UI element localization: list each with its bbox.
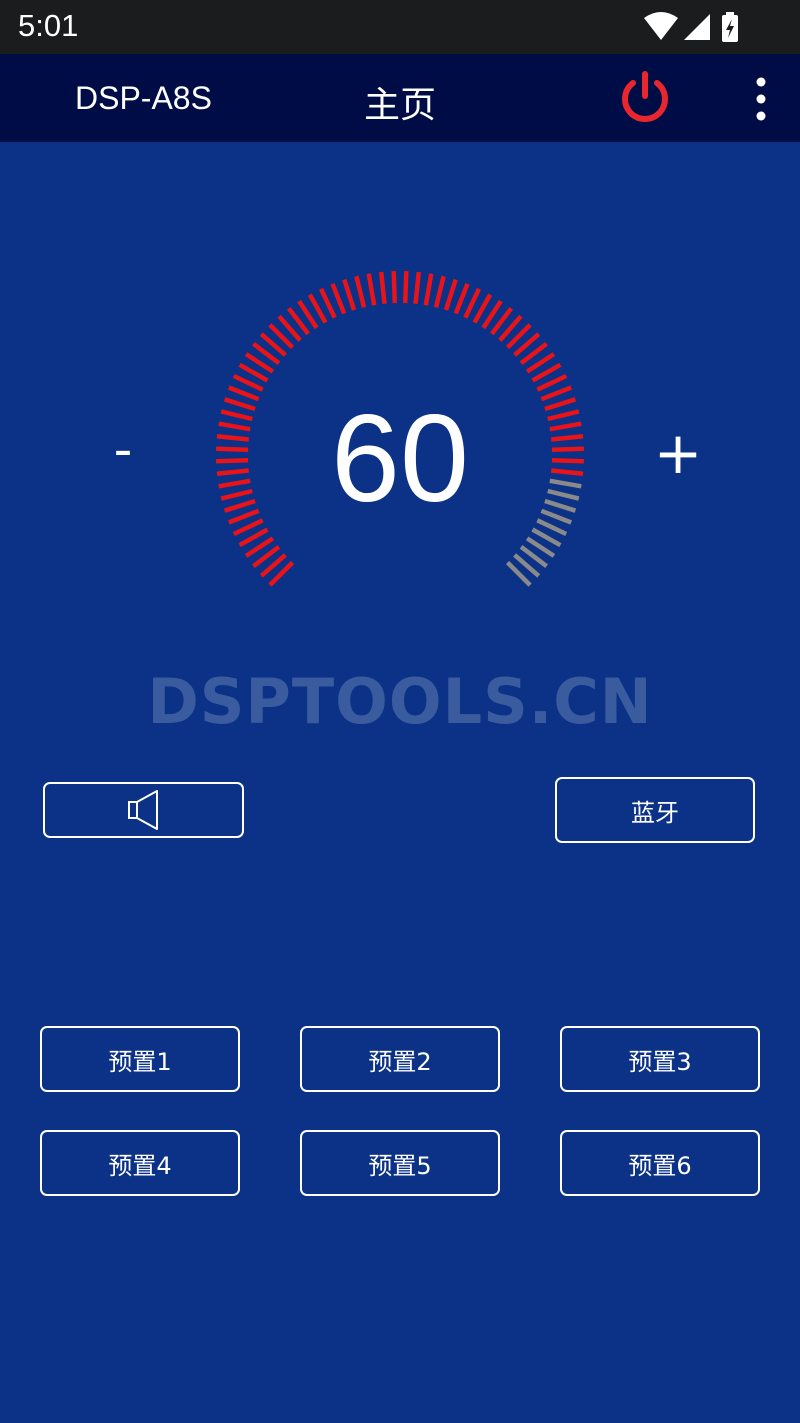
gauge-tick [227,508,260,525]
gauge-tick [391,271,398,304]
gauge-tick [549,421,582,432]
gauge-tick [551,446,584,453]
gauge-tick [232,373,264,392]
gauge-tick [366,273,377,306]
gauge-tick [453,282,470,315]
gauge-tick [536,518,568,537]
gauge-tick [342,278,357,311]
gauge-tick [443,278,458,311]
gauge-tick [544,498,577,513]
status-icons [644,12,738,42]
gauge-tick [540,508,573,525]
gauge-tick [550,433,584,442]
cell-signal-icon [684,14,710,40]
gauge-tick [550,468,584,477]
gauge-tick [551,457,584,464]
gauge-tick [220,409,253,422]
gauge-tick [216,468,250,477]
gauge-tick [227,385,260,402]
gauge-tick [413,271,422,305]
gauge-tick [216,446,249,453]
gauge-tick [318,287,337,319]
gauge-tick [433,275,446,308]
gauge-tick [378,271,387,305]
volume-down-button[interactable]: - [100,415,146,485]
gauge-tick [354,275,367,308]
more-vert-icon[interactable] [744,74,778,124]
bluetooth-button[interactable]: 蓝牙 [555,777,755,843]
gauge-tick [218,421,251,432]
gauge-tick [220,488,253,501]
app-bar: DSP-A8S 主页 [0,54,800,142]
volume-value: 60 [331,390,469,528]
gauge-tick [547,409,580,422]
speaker-icon [127,790,158,830]
preset-6-button[interactable]: 预置6 [560,1130,760,1196]
gauge-tick [547,488,580,501]
gauge-tick [423,273,434,306]
status-time: 5:01 [18,8,79,43]
gauge-tick [402,271,409,304]
wifi-icon [644,12,678,40]
gauge-tick [223,397,256,412]
preset-5-button[interactable]: 预置5 [300,1130,500,1196]
gauge-tick [218,478,251,489]
volume-up-button[interactable]: + [648,415,708,491]
gauge-tick [536,373,568,392]
gauge-tick [540,385,573,402]
battery-charging-icon [722,12,738,42]
preset-2-button[interactable]: 预置2 [300,1026,500,1092]
gauge-tick [216,457,249,464]
watermark: DSPTOOLS.CN [147,665,653,738]
mute-button[interactable] [43,782,244,838]
preset-4-button[interactable]: 预置4 [40,1130,240,1196]
gauge-tick [223,498,256,513]
gauge-tick [330,282,347,315]
preset-1-button[interactable]: 预置1 [40,1026,240,1092]
gauge-tick [216,433,250,442]
power-icon[interactable] [618,70,672,126]
gauge-tick [549,478,582,489]
status-bar: 5:01 [0,0,800,54]
page-title: 主页 [363,85,436,126]
gauge-tick [544,397,577,412]
gauge-tick [232,518,264,537]
gauge-tick [463,287,482,319]
preset-3-button[interactable]: 预置3 [560,1026,760,1092]
